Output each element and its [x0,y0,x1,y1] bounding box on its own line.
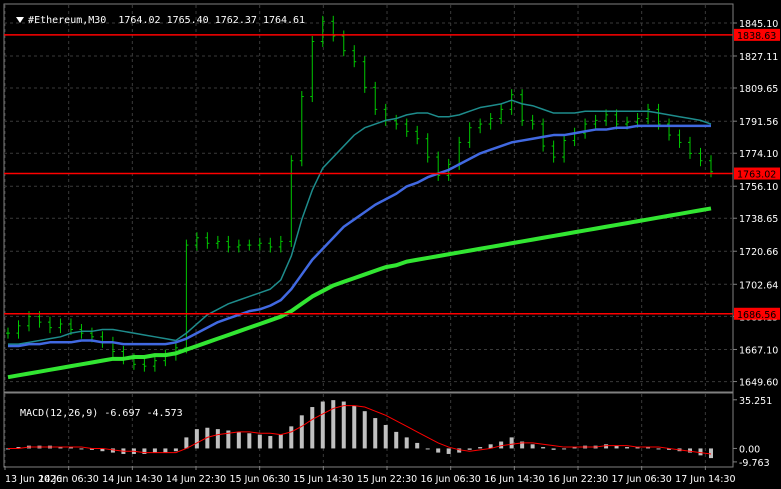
x-tick-label: 17 Jun 14:30 [675,474,735,485]
macd-header: MACD(12,26,9) -6.697 -4.573 [8,397,183,419]
macd-histogram-bar [310,407,315,449]
x-tick-label: 15 Jun 06:30 [229,474,289,485]
macd-histogram-bar [425,448,430,450]
high-value: 1765.40 [166,15,209,26]
macd-y-tick-label: -9.763 [739,458,770,469]
macd-histogram-bar [163,448,168,453]
y-tick-label: 1774.10 [739,149,778,160]
macd-histogram-bar [478,447,483,449]
macd-histogram-bar [299,415,304,449]
macd-histogram-bar [499,441,504,449]
macd-histogram-bar [383,424,388,449]
macd-histogram-bar [604,444,609,449]
x-tick-label: 15 Jun 14:30 [293,474,353,485]
macd-histogram-bar [173,448,178,452]
macd-histogram-bar [625,447,630,449]
y-tick-label: 1738.65 [739,214,778,225]
macd-label: MACD(12,26,9) [20,408,99,419]
y-tick-label: 1702.64 [739,280,778,291]
macd-histogram-bar [152,448,157,453]
x-tick-label: 15 Jun 22:30 [357,474,417,485]
y-tick-label: 1720.66 [739,247,778,258]
y-tick-label: 1845.10 [739,19,778,30]
macd-histogram-bar [184,437,189,449]
price-level-label: 1838.63 [737,31,776,42]
macd-histogram-bar [467,448,472,450]
macd-histogram-bar [436,448,441,453]
macd-histogram-bar [215,429,220,449]
y-tick-label: 1667.10 [739,345,778,356]
macd-main-value: -6.697 [104,408,141,419]
x-tick-label: 14 Jun 22:30 [166,474,226,485]
x-tick-label: 17 Jun 06:30 [612,474,672,485]
x-tick-label: 16 Jun 14:30 [484,474,544,485]
macd-histogram-bar [656,448,661,450]
macd-histogram-bar [541,447,546,449]
low-value: 1762.37 [214,15,257,26]
y-tick-label: 1756.10 [739,182,778,193]
macd-histogram-bar [698,448,703,456]
macd-histogram-bar [278,434,283,449]
ma-fast-line [8,99,712,345]
macd-y-tick-label: 0.00 [739,444,760,455]
y-tick-label: 1827.11 [739,52,778,63]
macd-histogram-bar [331,400,336,449]
price-level-label: 1763.02 [737,170,776,181]
price-level-label: 1686.56 [737,310,776,321]
macd-histogram-bar [530,444,535,449]
chart-header: #Ethereum,M30 1764.02 1765.40 1762.37 17… [4,4,305,26]
macd-histogram-bar [562,448,567,450]
close-value: 1764.61 [262,15,306,26]
macd-histogram-bar [247,433,252,449]
macd-y-tick-label: 35.251 [739,396,772,407]
macd-histogram-bar [415,442,420,449]
y-tick-label: 1791.56 [739,117,778,128]
ma-mid-line [8,124,711,348]
open-value: 1764.02 [118,15,161,26]
macd-histogram-bar [509,437,514,449]
macd-histogram-bar [289,426,294,449]
macd-histogram-bar [79,448,84,450]
macd-histogram-bar [551,448,556,450]
symbol-label: #Ethereum,M30 [28,15,107,26]
macd-histogram-bar [142,448,147,454]
x-tick-label: 16 Jun 06:30 [420,474,480,485]
macd-histogram-bar [236,431,241,449]
macd-histogram-bar [194,429,199,449]
x-tick-label: 16 Jun 22:30 [548,474,608,485]
macd-histogram-bar [110,448,115,453]
macd-histogram-bar [362,411,367,449]
macd-histogram-bar [404,437,409,449]
x-tick-label: 14 Jun 06:30 [38,474,98,485]
x-tick-label: 14 Jun 14:30 [102,474,162,485]
macd-histogram-bar [341,401,346,449]
macd-histogram-bar [268,436,273,449]
macd-histogram-bar [446,448,451,454]
dropdown-arrow-icon[interactable] [16,17,25,23]
macd-signal-value: -4.573 [146,408,183,419]
y-tick-label: 1809.65 [739,84,778,95]
y-tick-label: 1649.60 [739,378,778,389]
macd-histogram-bar [373,418,378,449]
macd-histogram-bar [688,448,693,453]
macd-histogram-bar [352,405,357,449]
main-pane-frame [3,3,734,393]
macd-histogram-bar [394,431,399,449]
macd-histogram-bar [320,401,325,449]
macd-histogram-bar [709,448,713,459]
macd-histogram-bar [257,434,262,449]
